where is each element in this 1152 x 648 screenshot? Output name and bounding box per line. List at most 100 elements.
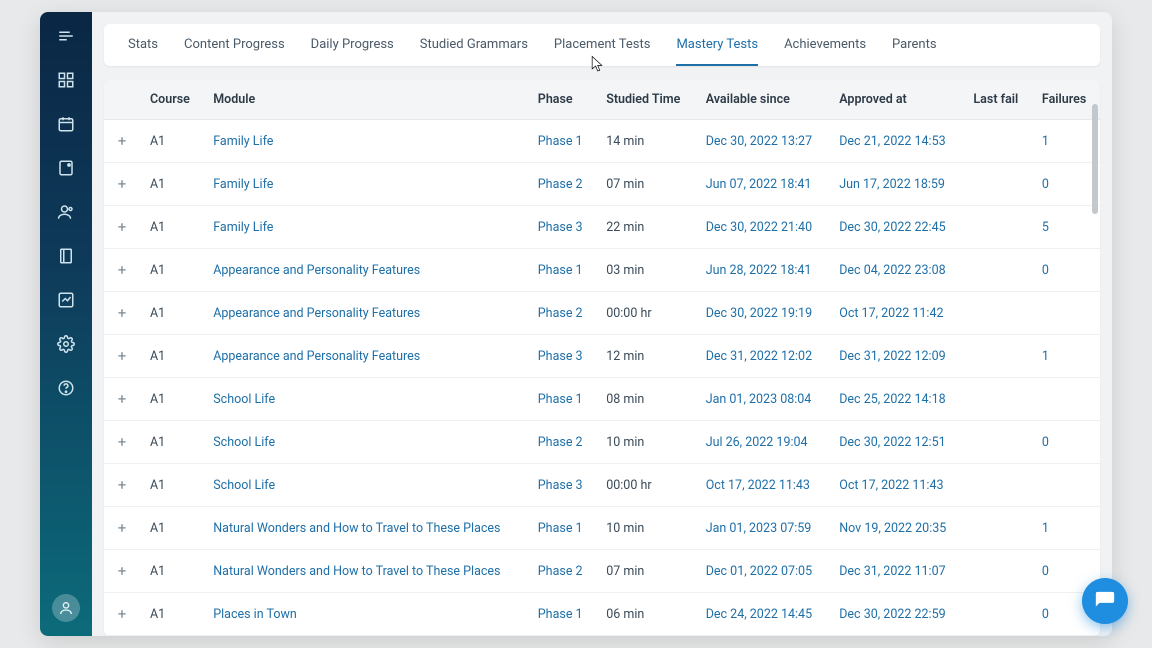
cell-lastfail xyxy=(963,335,1032,378)
cell-available[interactable]: Dec 31, 2022 09:56 xyxy=(696,636,830,637)
cell-failures[interactable]: 1 xyxy=(1032,120,1100,163)
cell-phase[interactable]: Phase 3 xyxy=(528,464,596,507)
mastery-tests-table: CourseModulePhaseStudied TimeAvailable s… xyxy=(104,80,1100,636)
tab-content-progress[interactable]: Content Progress xyxy=(184,24,285,66)
cell-available[interactable]: Jul 26, 2022 19:04 xyxy=(696,421,830,464)
cell-approved[interactable]: Dec 30, 2022 22:45 xyxy=(829,206,963,249)
cell-module[interactable]: Appearance and Personality Features xyxy=(203,335,528,378)
cell-available[interactable]: Jun 28, 2022 18:41 xyxy=(696,249,830,292)
cell-available[interactable]: Oct 17, 2022 11:43 xyxy=(696,464,830,507)
cell-approved[interactable]: Dec 31, 2022 12:09 xyxy=(829,335,963,378)
cell-available[interactable]: Dec 01, 2022 07:05 xyxy=(696,550,830,593)
cell-module[interactable]: School Life xyxy=(203,378,528,421)
cell-module[interactable]: Appearance and Personality Features xyxy=(203,249,528,292)
cell-failures[interactable]: 0 xyxy=(1032,636,1100,637)
column-header: Available since xyxy=(696,80,830,120)
cell-failures[interactable]: 1 xyxy=(1032,507,1100,550)
cell-approved[interactable]: Dec 25, 2022 14:18 xyxy=(829,378,963,421)
cell-approved[interactable]: Dec 21, 2022 14:53 xyxy=(829,120,963,163)
cell-failures[interactable]: 0 xyxy=(1032,249,1100,292)
cell-module[interactable]: Family Life xyxy=(203,163,528,206)
tab-daily-progress[interactable]: Daily Progress xyxy=(311,24,394,66)
cell-failures[interactable]: 0 xyxy=(1032,163,1100,206)
cell-phase[interactable]: Phase 2 xyxy=(528,550,596,593)
expand-row-button[interactable]: + xyxy=(114,433,130,451)
cell-approved[interactable]: Dec 31, 2022 11:07 xyxy=(829,550,963,593)
cell-phase[interactable]: Phase 2 xyxy=(528,421,596,464)
cell-module[interactable]: Places in Town xyxy=(203,593,528,636)
cell-course: A1 xyxy=(140,550,203,593)
column-header: Phase xyxy=(528,80,596,120)
cell-approved[interactable]: Oct 17, 2022 11:42 xyxy=(829,292,963,335)
cell-module[interactable]: Appearance and Personality Features xyxy=(203,292,528,335)
cell-module[interactable]: Family Life xyxy=(203,206,528,249)
cell-approved[interactable]: Jun 17, 2022 18:59 xyxy=(829,163,963,206)
cell-available[interactable]: Dec 31, 2022 12:02 xyxy=(696,335,830,378)
expand-row-button[interactable]: + xyxy=(114,304,130,322)
expand-row-button[interactable]: + xyxy=(114,132,130,150)
cell-failures[interactable]: 1 xyxy=(1032,335,1100,378)
cell-module[interactable]: Places in Town xyxy=(203,636,528,637)
expand-row-button[interactable]: + xyxy=(114,347,130,365)
expand-row-button[interactable]: + xyxy=(114,519,130,537)
expand-row-button[interactable]: + xyxy=(114,218,130,236)
cell-failures[interactable]: 5 xyxy=(1032,206,1100,249)
cell-available[interactable]: Dec 24, 2022 14:45 xyxy=(696,593,830,636)
cell-phase[interactable]: Phase 3 xyxy=(528,335,596,378)
tab-placement-tests[interactable]: Placement Tests xyxy=(554,24,651,66)
cell-available[interactable]: Jan 01, 2023 07:59 xyxy=(696,507,830,550)
cell-phase[interactable]: Phase 3 xyxy=(528,206,596,249)
notebook-icon[interactable] xyxy=(56,246,76,266)
cell-module[interactable]: School Life xyxy=(203,421,528,464)
cell-available[interactable]: Dec 30, 2022 13:27 xyxy=(696,120,830,163)
table-row: +A1School LifePhase 300:00 hrOct 17, 202… xyxy=(104,464,1100,507)
tab-parents[interactable]: Parents xyxy=(892,24,937,66)
cell-approved[interactable]: Oct 17, 2022 11:43 xyxy=(829,464,963,507)
cell-lastfail xyxy=(963,421,1032,464)
cell-available[interactable]: Dec 30, 2022 19:19 xyxy=(696,292,830,335)
cell-phase[interactable]: Phase 2 xyxy=(528,163,596,206)
expand-row-button[interactable]: + xyxy=(114,390,130,408)
cell-phase[interactable]: Phase 1 xyxy=(528,249,596,292)
cell-approved[interactable]: Dec 30, 2022 23:10 xyxy=(829,636,963,637)
expand-row-button[interactable]: + xyxy=(114,605,130,623)
cell-available[interactable]: Jun 07, 2022 18:41 xyxy=(696,163,830,206)
tab-mastery-tests[interactable]: Mastery Tests xyxy=(676,24,758,66)
cell-approved[interactable]: Nov 19, 2022 20:35 xyxy=(829,507,963,550)
dashboard-icon[interactable] xyxy=(56,70,76,90)
expand-row-button[interactable]: + xyxy=(114,476,130,494)
cell-approved[interactable]: Dec 30, 2022 22:59 xyxy=(829,593,963,636)
cell-phase[interactable]: Phase 1 xyxy=(528,593,596,636)
help-icon[interactable] xyxy=(56,378,76,398)
tabs-bar: Stats Content Progress Daily Progress Studi… xyxy=(104,24,1100,66)
calendar-icon[interactable] xyxy=(56,114,76,134)
cell-module[interactable]: Family Life xyxy=(203,120,528,163)
cell-phase[interactable]: Phase 1 xyxy=(528,378,596,421)
scrollbar[interactable] xyxy=(1092,104,1098,214)
book-icon[interactable] xyxy=(56,158,76,178)
settings-icon[interactable] xyxy=(56,334,76,354)
menu-icon[interactable] xyxy=(56,26,76,46)
tab-studied-grammars[interactable]: Studied Grammars xyxy=(420,24,528,66)
chat-fab[interactable] xyxy=(1082,578,1128,624)
expand-row-button[interactable]: + xyxy=(114,562,130,580)
cell-module[interactable]: Natural Wonders and How to Travel to The… xyxy=(203,550,528,593)
expand-row-button[interactable]: + xyxy=(114,175,130,193)
cell-phase[interactable]: Phase 2 xyxy=(528,636,596,637)
cell-phase[interactable]: Phase 2 xyxy=(528,292,596,335)
cell-module[interactable]: Natural Wonders and How to Travel to The… xyxy=(203,507,528,550)
cell-phase[interactable]: Phase 1 xyxy=(528,120,596,163)
cell-approved[interactable]: Dec 04, 2022 23:08 xyxy=(829,249,963,292)
cell-available[interactable]: Jan 01, 2023 08:04 xyxy=(696,378,830,421)
expand-row-button[interactable]: + xyxy=(114,261,130,279)
cell-available[interactable]: Dec 30, 2022 21:40 xyxy=(696,206,830,249)
chart-icon[interactable] xyxy=(56,290,76,310)
cell-approved[interactable]: Dec 30, 2022 12:51 xyxy=(829,421,963,464)
avatar-button[interactable] xyxy=(52,594,80,622)
tab-achievements[interactable]: Achievements xyxy=(784,24,866,66)
users-icon[interactable] xyxy=(56,202,76,222)
cell-failures[interactable]: 0 xyxy=(1032,421,1100,464)
tab-stats[interactable]: Stats xyxy=(128,24,158,66)
cell-module[interactable]: School Life xyxy=(203,464,528,507)
cell-phase[interactable]: Phase 1 xyxy=(528,507,596,550)
